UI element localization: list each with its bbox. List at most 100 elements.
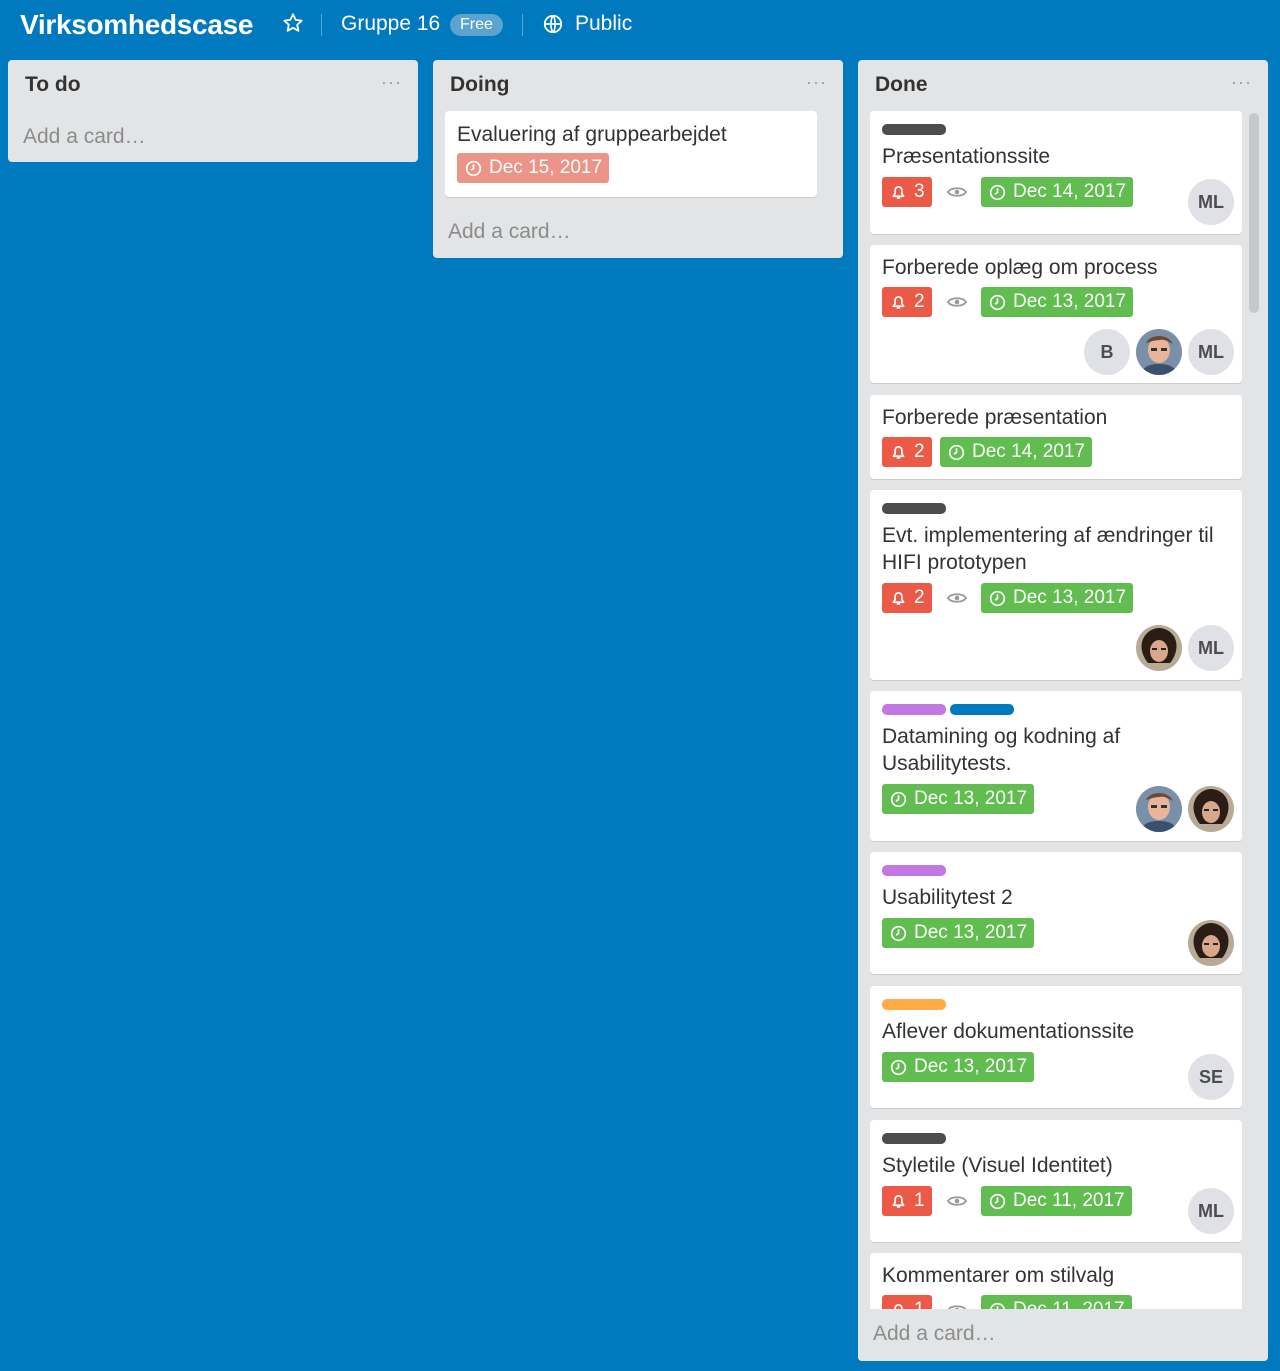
clock-icon xyxy=(890,1059,907,1075)
bell-icon xyxy=(892,592,905,605)
due-date-text: Dec 13, 2017 xyxy=(914,788,1028,809)
due-date-badge: Dec 11, 2017 xyxy=(981,1186,1132,1216)
due-date-text: Dec 13, 2017 xyxy=(1013,291,1127,312)
board-header: Virksomhedscase Gruppe 16 Free Public xyxy=(0,0,1280,52)
due-date-badge: Dec 13, 2017 xyxy=(882,784,1035,814)
board-title[interactable]: Virksomhedscase xyxy=(20,9,253,41)
eye-icon xyxy=(947,187,967,197)
list-menu-button[interactable]: ··· xyxy=(806,72,827,93)
header-divider xyxy=(321,14,322,36)
card[interactable]: Præsentationssite 3 Dec 14, 2017 ML xyxy=(870,111,1242,234)
card-title: Præsentationssite xyxy=(882,145,1051,168)
eye-icon xyxy=(947,593,967,603)
clock-icon xyxy=(989,294,1006,310)
card[interactable]: Evt. implementering af ændringer til HIF… xyxy=(870,490,1242,680)
due-date-badge: Dec 13, 2017 xyxy=(882,1052,1035,1082)
clock-icon xyxy=(989,590,1006,606)
list-title[interactable]: Doing xyxy=(450,73,509,97)
list-title[interactable]: Done xyxy=(875,73,928,97)
card-title-line: HIFI prototypen xyxy=(882,551,1027,574)
header-divider xyxy=(522,14,523,36)
notification-badge: 1 xyxy=(882,1186,932,1216)
bell-icon xyxy=(892,446,905,459)
user-photo-icon xyxy=(1188,786,1234,832)
clock-icon xyxy=(465,160,482,176)
due-date-text: Dec 15, 2017 xyxy=(489,157,603,178)
member-avatar-photo[interactable] xyxy=(1136,786,1182,832)
card-label xyxy=(882,999,946,1010)
member-avatar-photo[interactable] xyxy=(1188,786,1234,832)
member-avatar-photo[interactable] xyxy=(1136,329,1182,375)
notification-count: 1 xyxy=(914,1190,925,1211)
card-label xyxy=(882,865,946,876)
card-title-line: Datamining og kodning af xyxy=(882,725,1121,748)
list-menu-button[interactable]: ··· xyxy=(381,72,402,93)
clock-icon xyxy=(989,1193,1006,1209)
card-title: Aflever dokumentationssite xyxy=(882,1020,1135,1043)
list-to-do: To do ··· Add a card… xyxy=(8,60,418,162)
due-date-badge: Dec 15, 2017 xyxy=(457,153,610,183)
member-avatar[interactable]: B xyxy=(1084,329,1130,375)
clock-icon xyxy=(948,444,965,460)
due-date-text: Dec 13, 2017 xyxy=(914,922,1028,943)
card-title: Usabilitytest 2 xyxy=(882,886,1013,909)
due-date-text: Dec 14, 2017 xyxy=(1013,181,1127,202)
user-photo-icon xyxy=(1136,329,1182,375)
add-card-button[interactable]: Add a card… xyxy=(873,1322,996,1346)
card-title: Evaluering af gruppearbejdet xyxy=(457,123,727,146)
card-label xyxy=(950,704,1014,715)
member-avatar[interactable]: ML xyxy=(1188,329,1234,375)
list-title[interactable]: To do xyxy=(25,73,81,97)
member-avatar[interactable]: ML xyxy=(1188,1188,1234,1234)
card-title: Kommentarer om stilvalg xyxy=(882,1264,1115,1287)
add-card-button[interactable]: Add a card… xyxy=(448,220,571,244)
member-avatar-photo[interactable] xyxy=(1136,625,1182,671)
user-photo-icon xyxy=(1136,786,1182,832)
member-avatar[interactable]: ML xyxy=(1188,179,1234,225)
due-date-badge: Dec 14, 2017 xyxy=(940,437,1093,467)
due-date-text: Dec 14, 2017 xyxy=(972,441,1086,462)
team-name[interactable]: Gruppe 16 xyxy=(341,12,440,36)
visibility-label[interactable]: Public xyxy=(575,12,632,36)
member-avatar-photo[interactable] xyxy=(1188,920,1234,966)
card[interactable]: Aflever dokumentationssite Dec 13, 2017 … xyxy=(870,986,1242,1108)
globe-icon[interactable] xyxy=(542,13,564,35)
eye-icon xyxy=(947,1196,967,1206)
list-footer: Add a card… xyxy=(858,1309,1268,1361)
card-label xyxy=(882,124,946,135)
bell-icon xyxy=(892,186,905,199)
member-avatar[interactable]: SE xyxy=(1188,1054,1234,1100)
star-icon[interactable] xyxy=(282,12,304,34)
clock-icon xyxy=(890,925,907,941)
list-doing: Doing ··· Evaluering af gruppearbejdet D… xyxy=(433,60,843,258)
list-scrollbar[interactable] xyxy=(1249,113,1259,313)
card[interactable]: Forberede oplæg om process 2 Dec 13, 201… xyxy=(870,245,1242,383)
card-title: Evt. implementering af ændringer til HIF… xyxy=(882,522,1213,576)
card-title: Forberede oplæg om process xyxy=(882,256,1158,279)
member-avatar[interactable]: ML xyxy=(1188,625,1234,671)
card[interactable]: Styletile (Visuel Identitet) 1 Dec 11, 2… xyxy=(870,1120,1242,1242)
card-title: Styletile (Visuel Identitet) xyxy=(882,1154,1113,1177)
clock-icon xyxy=(989,184,1006,200)
notification-badge: 2 xyxy=(882,437,932,467)
notification-badge: 3 xyxy=(882,177,932,207)
notification-count: 2 xyxy=(914,291,925,312)
due-date-badge: Dec 13, 2017 xyxy=(882,918,1035,948)
card[interactable]: Datamining og kodning af Usabilitytests.… xyxy=(870,691,1242,841)
card-title: Datamining og kodning af Usabilitytests. xyxy=(882,723,1120,777)
bell-icon xyxy=(892,296,905,309)
card[interactable]: Evaluering af gruppearbejdet Dec 15, 201… xyxy=(445,111,817,197)
clock-icon xyxy=(890,791,907,807)
add-card-button[interactable]: Add a card… xyxy=(23,125,146,149)
list-done: Done ··· Præsentationssite 3 Dec 14, 201… xyxy=(858,60,1268,1361)
card[interactable]: Forberede præsentation 2 Dec 14, 2017 xyxy=(870,395,1242,479)
list-menu-button[interactable]: ··· xyxy=(1231,72,1252,93)
notification-count: 2 xyxy=(914,441,925,462)
notification-badge: 2 xyxy=(882,583,932,613)
due-date-badge: Dec 14, 2017 xyxy=(981,177,1134,207)
card-title-line: Usabilitytests. xyxy=(882,752,1012,775)
card-label xyxy=(882,503,946,514)
card[interactable]: Usabilitytest 2 Dec 13, 2017 xyxy=(870,852,1242,974)
card-label xyxy=(882,1133,946,1144)
due-date-badge: Dec 13, 2017 xyxy=(981,287,1134,317)
